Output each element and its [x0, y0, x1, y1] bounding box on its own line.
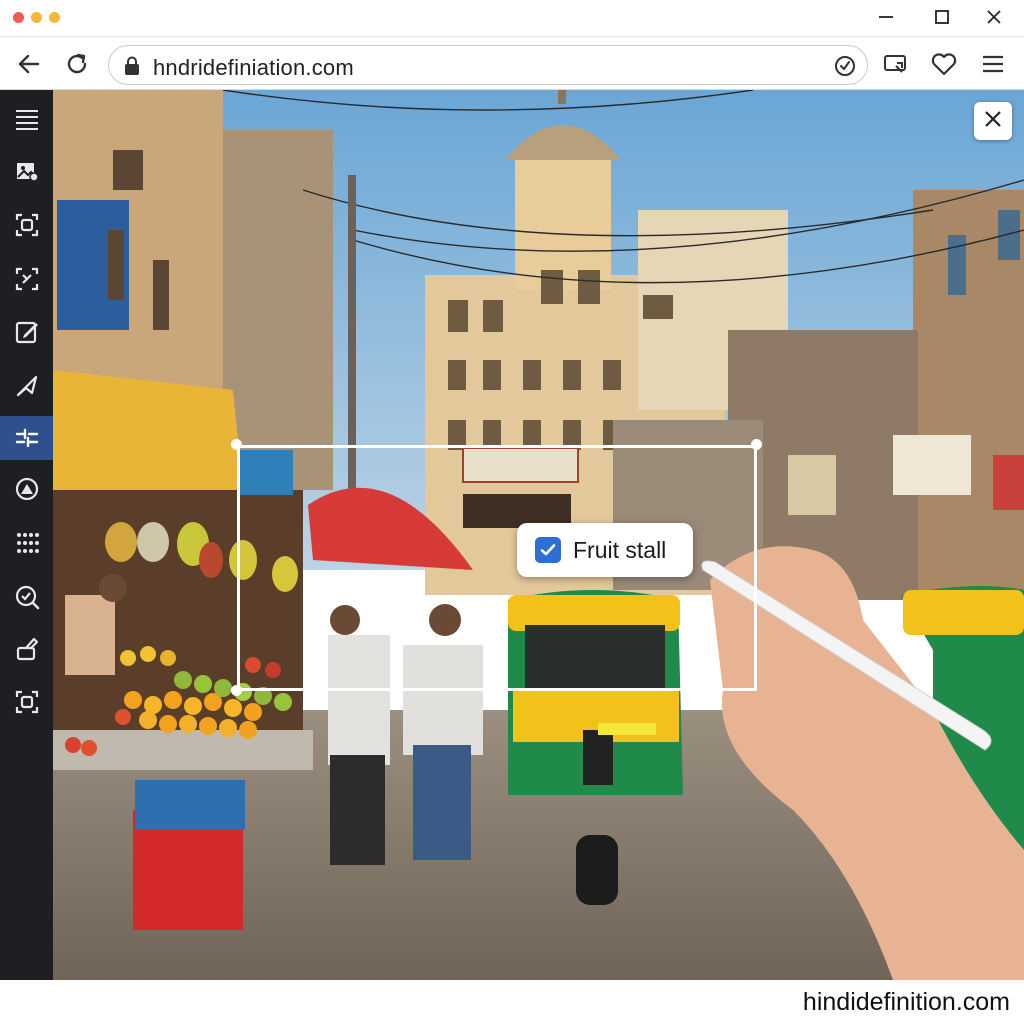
tool-sidebar [0, 90, 53, 980]
edit-square-icon[interactable] [0, 310, 53, 354]
cast-icon[interactable] [880, 49, 910, 79]
send-icon[interactable] [0, 364, 53, 408]
browser-window: hndridefiniation.com Fruit stall hindide… [0, 0, 1024, 1024]
watermark-text: hindidefinition.com [802, 988, 1010, 1016]
browser-toolbar: hndridefiniation.com [0, 36, 1024, 90]
annotation-tag[interactable]: Fruit stall [517, 523, 693, 577]
maximize-icon[interactable] [928, 4, 956, 30]
tag-label: Fruit stall [573, 537, 667, 563]
zoom-icon[interactable] [0, 575, 53, 619]
minimize-icon[interactable] [872, 4, 900, 30]
close-icon[interactable] [980, 4, 1008, 30]
brush-icon[interactable] [0, 627, 53, 671]
image-edit-icon[interactable] [0, 149, 53, 193]
address-bar[interactable]: hndridefiniation.com [108, 45, 868, 85]
url-text[interactable]: hndridefiniation.com [153, 55, 354, 81]
reload-icon[interactable] [62, 49, 92, 79]
close-dot[interactable] [13, 12, 24, 23]
menu-icon[interactable] [0, 97, 53, 141]
menu-icon[interactable] [978, 49, 1008, 79]
refresh-circle-icon[interactable] [833, 54, 857, 78]
heart-icon[interactable] [929, 49, 959, 79]
adjust-icon[interactable] [0, 416, 53, 460]
upload-circle-icon[interactable] [0, 467, 53, 511]
checkbox-checked-icon[interactable] [535, 537, 561, 563]
resize-handle-bottom-left[interactable] [231, 685, 242, 696]
resize-handle-top-left[interactable] [231, 439, 242, 450]
footer: hindidefinition.com [0, 980, 1024, 1024]
title-bar [0, 0, 1024, 36]
capture-frame-icon[interactable] [0, 680, 53, 724]
close-photo-button[interactable] [974, 102, 1012, 140]
zoom-dot[interactable] [49, 12, 60, 23]
grid-dots-icon[interactable] [0, 521, 53, 565]
resize-handle-top-right[interactable] [751, 439, 762, 450]
focus-frame-icon[interactable] [0, 203, 53, 247]
close-icon [983, 109, 1003, 134]
scan-frame-icon[interactable] [0, 257, 53, 301]
minimize-dot[interactable] [31, 12, 42, 23]
back-arrow-icon[interactable] [14, 49, 44, 79]
lock-icon [123, 56, 141, 76]
